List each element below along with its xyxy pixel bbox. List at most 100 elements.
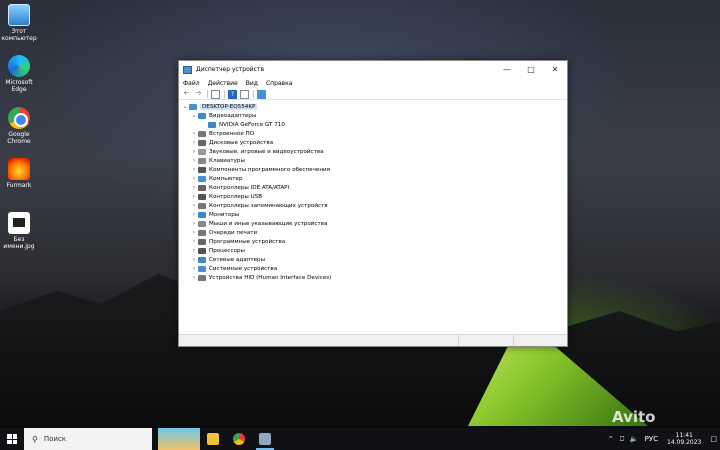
scan-hardware-icon[interactable] bbox=[240, 89, 249, 99]
chrome-icon bbox=[233, 433, 245, 445]
tree-item[interactable]: › Звуковые, игровые и видеоустройства bbox=[181, 147, 565, 156]
start-button[interactable] bbox=[0, 428, 24, 450]
device-manager-icon bbox=[259, 433, 271, 445]
toolbar-separator bbox=[224, 90, 225, 98]
tree-item-label: Контроллеры IDE ATA/ATAPI bbox=[209, 184, 290, 191]
menu-file[interactable]: Файл bbox=[183, 80, 200, 87]
tree-item[interactable]: › Сетевые адаптеры bbox=[181, 255, 565, 264]
chevron-right-icon[interactable]: › bbox=[190, 184, 198, 191]
furmark-icon bbox=[8, 158, 30, 180]
desktop-icon-image[interactable]: Без имени.jpg bbox=[0, 212, 38, 250]
usb-icon bbox=[198, 193, 206, 200]
desktop-icon-furmark[interactable]: Furmark bbox=[0, 158, 38, 189]
desktop-icon-edge[interactable]: Microsoft Edge bbox=[0, 55, 38, 93]
tree-item-label: Контроллеры USB bbox=[209, 193, 263, 200]
widgets-button[interactable] bbox=[158, 428, 200, 450]
tree-item-label: Программные устройства bbox=[209, 238, 286, 245]
menu-view[interactable]: Вид bbox=[246, 80, 258, 87]
status-segment bbox=[179, 335, 459, 346]
tree-item[interactable]: › Дисковые устройства bbox=[181, 138, 565, 147]
clock-time: 11:41 bbox=[675, 432, 693, 439]
tree-root[interactable]: ⌄ DESKTOP-EQ554KP bbox=[181, 102, 565, 111]
tree-item[interactable]: › Устройства HID (Human Interface Devices… bbox=[181, 273, 565, 282]
tree-item-label: Звуковые, игровые и видеоустройства bbox=[209, 148, 324, 155]
desktop-icon-chrome[interactable]: Google Chrome bbox=[0, 107, 38, 145]
help-icon[interactable]: ? bbox=[228, 89, 237, 99]
forward-arrow-icon[interactable]: 🡢 bbox=[194, 89, 203, 99]
chevron-right-icon[interactable]: › bbox=[190, 202, 198, 209]
tree-item[interactable]: › Контроллеры USB bbox=[181, 192, 565, 201]
network-icon[interactable]: ⎕ bbox=[620, 435, 624, 444]
tree-item[interactable]: › Компьютер bbox=[181, 174, 565, 183]
search-box[interactable]: ⚲ Поиск bbox=[24, 428, 152, 450]
menu-help[interactable]: Справка bbox=[266, 80, 292, 87]
printer-icon bbox=[198, 229, 206, 236]
desktop-icon-label: Этот компьютер bbox=[1, 28, 37, 42]
tree-item[interactable]: › Компоненты программного обеспечения bbox=[181, 165, 565, 174]
tree-item[interactable]: › Контроллеры IDE ATA/ATAPI bbox=[181, 183, 565, 192]
chevron-down-icon[interactable]: ⌄ bbox=[190, 112, 198, 119]
device-manager-icon bbox=[183, 65, 192, 74]
tree-item-gpu[interactable]: NVIDIA GeForce GT 710 bbox=[181, 120, 565, 129]
taskbar-chrome[interactable] bbox=[226, 428, 252, 450]
device-manager-window[interactable]: Диспетчер устройств — □ ✕ Файл Действие … bbox=[178, 60, 568, 347]
tree-item[interactable]: › Встроенное ПО bbox=[181, 129, 565, 138]
tree-item-label: Компоненты программного обеспечения bbox=[209, 166, 331, 173]
chevron-up-icon[interactable]: ⌃ bbox=[608, 435, 614, 443]
volume-icon[interactable]: 🔈 bbox=[630, 435, 639, 443]
tree-item[interactable]: › Системные устройства bbox=[181, 264, 565, 273]
chevron-right-icon[interactable]: › bbox=[190, 256, 198, 263]
tree-item-label: NVIDIA GeForce GT 710 bbox=[219, 121, 285, 128]
taskbar-file-explorer[interactable] bbox=[200, 428, 226, 450]
tree-item[interactable]: › Мониторы bbox=[181, 210, 565, 219]
tree-item[interactable]: › Клавиатуры bbox=[181, 156, 565, 165]
chevron-right-icon[interactable]: › bbox=[190, 139, 198, 146]
tree-item-label: Процессоры bbox=[209, 247, 245, 254]
image-file-icon bbox=[8, 212, 30, 234]
close-button[interactable]: ✕ bbox=[543, 61, 567, 78]
chevron-right-icon[interactable]: › bbox=[190, 220, 198, 227]
chevron-down-icon[interactable]: ⌄ bbox=[181, 103, 189, 110]
clock-date: 14.09.2023 bbox=[667, 439, 702, 446]
taskbar: ⚲ Поиск ⌃ ⎕ 🔈 РУС 11:41 14.09.2023 □ bbox=[0, 428, 720, 450]
tree-item[interactable]: › Контроллеры запоминающих устройств bbox=[181, 201, 565, 210]
chevron-right-icon[interactable]: › bbox=[190, 175, 198, 182]
tree-item[interactable]: › Мыши и иные указывающие устройства bbox=[181, 219, 565, 228]
properties-icon[interactable] bbox=[211, 89, 220, 99]
tree-item[interactable]: › Процессоры bbox=[181, 246, 565, 255]
monitor-icon[interactable] bbox=[257, 89, 266, 99]
chevron-right-icon[interactable]: › bbox=[190, 166, 198, 173]
clock[interactable]: 11:41 14.09.2023 bbox=[667, 432, 701, 446]
maximize-button[interactable]: □ bbox=[519, 61, 543, 78]
tree-item[interactable]: › Программные устройства bbox=[181, 237, 565, 246]
menu-action[interactable]: Действие bbox=[208, 80, 238, 87]
chevron-right-icon[interactable]: › bbox=[190, 193, 198, 200]
window-title: Диспетчер устройств bbox=[196, 66, 265, 73]
tree-item-label: Очереди печати bbox=[209, 229, 258, 236]
chevron-right-icon[interactable]: › bbox=[190, 238, 198, 245]
edge-icon bbox=[8, 55, 30, 77]
language-indicator[interactable]: РУС bbox=[645, 435, 658, 443]
desktop-icon-this-pc[interactable]: Этот компьютер bbox=[0, 4, 38, 42]
chevron-right-icon[interactable]: › bbox=[190, 130, 198, 137]
back-arrow-icon[interactable]: 🡠 bbox=[182, 89, 191, 99]
chevron-right-icon[interactable]: › bbox=[190, 157, 198, 164]
software-device-icon bbox=[198, 238, 206, 245]
firmware-icon bbox=[198, 130, 206, 137]
chevron-right-icon[interactable]: › bbox=[190, 211, 198, 218]
minimize-button[interactable]: — bbox=[495, 61, 519, 78]
chevron-right-icon[interactable]: › bbox=[190, 247, 198, 254]
menu-bar: Файл Действие Вид Справка bbox=[179, 78, 567, 89]
taskbar-device-manager[interactable] bbox=[252, 428, 278, 450]
notification-icon[interactable]: □ bbox=[710, 435, 717, 443]
chevron-right-icon[interactable]: › bbox=[190, 274, 198, 281]
chevron-right-icon[interactable]: › bbox=[190, 148, 198, 155]
title-bar[interactable]: Диспетчер устройств — □ ✕ bbox=[179, 61, 567, 78]
chevron-right-icon[interactable]: › bbox=[190, 265, 198, 272]
computer-icon bbox=[8, 4, 30, 26]
desktop-icon-label: Google Chrome bbox=[7, 131, 31, 145]
chevron-right-icon[interactable]: › bbox=[190, 229, 198, 236]
tree-item[interactable]: › Очереди печати bbox=[181, 228, 565, 237]
tree-item-video[interactable]: ⌄ Видеоадаптеры bbox=[181, 111, 565, 120]
folder-icon bbox=[207, 433, 219, 445]
